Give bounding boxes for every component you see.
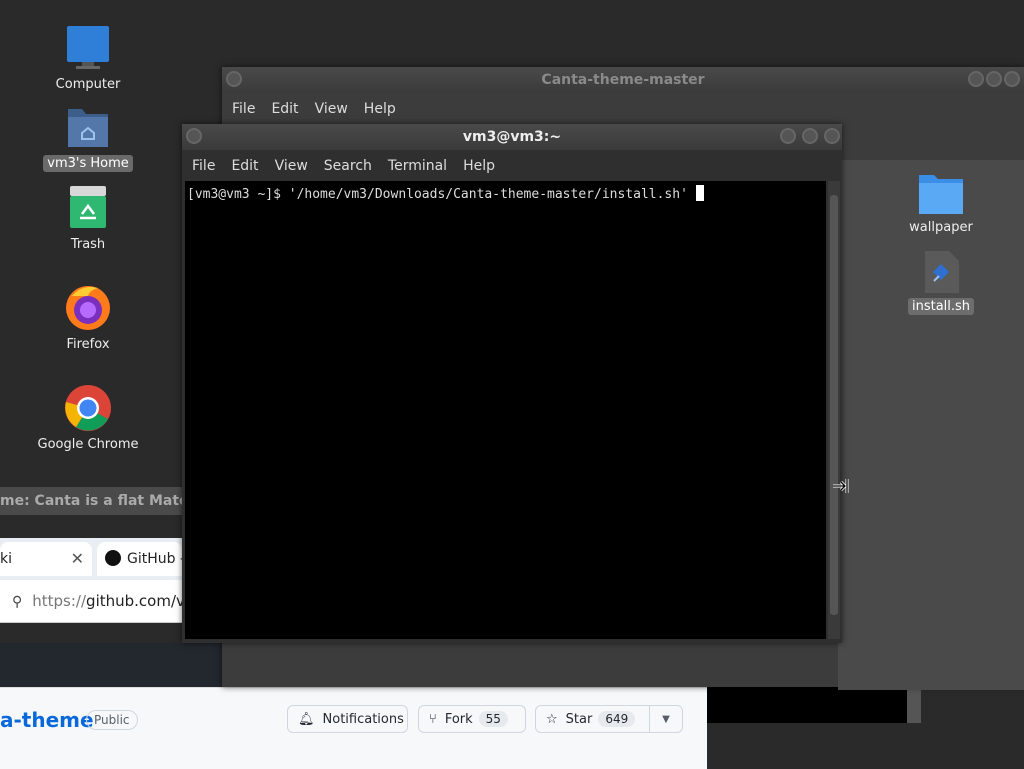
window-title: Canta-theme-master — [541, 72, 705, 88]
menu-edit[interactable]: Edit — [267, 101, 310, 117]
menu-help[interactable]: Help — [459, 158, 507, 174]
star-icon: ☆ — [546, 711, 558, 727]
menu-terminal[interactable]: Terminal — [384, 158, 459, 174]
window-titlebar[interactable]: Canta-theme-master — [222, 67, 1024, 93]
close-icon[interactable]: ✕ — [71, 542, 84, 576]
desktop-icon-home[interactable]: vm3's Home — [30, 103, 146, 172]
desktop-icon-label: Firefox — [66, 337, 110, 352]
desktop-icon-label: Computer — [55, 77, 121, 92]
desktop-icon-label: vm3's Home — [43, 155, 133, 172]
menu-file[interactable]: File — [188, 158, 227, 174]
visibility-badge: Public — [86, 710, 138, 730]
site-settings-icon[interactable]: ⚲ — [12, 581, 22, 622]
window-menu-button[interactable] — [186, 128, 202, 144]
terminal-screen[interactable]: [vm3@vm3 ~]$ '/home/vm3/Downloads/Canta-… — [185, 181, 826, 639]
desktop-icon-chrome[interactable]: Google Chrome — [30, 384, 146, 453]
browser-tab-github[interactable]: GitHub - — [97, 542, 182, 576]
browser-window-title: me: Canta is a flat Material — [0, 487, 182, 515]
monitor-icon — [64, 24, 112, 72]
window-menu-button[interactable] — [226, 71, 242, 87]
resize-cursor-icon — [832, 477, 850, 495]
menu-search[interactable]: Search — [320, 158, 384, 174]
folder-icon — [918, 171, 964, 215]
desktop-icon-label: Trash — [70, 237, 106, 252]
address-bar[interactable]: ⚲ https://github.com/vi — [0, 580, 182, 623]
bell-icon: 🔔︎ — [298, 711, 315, 727]
desktop-icon-label: Google Chrome — [37, 437, 139, 452]
github-icon — [105, 550, 121, 566]
menu-help[interactable]: Help — [360, 101, 408, 117]
fork-count: 55 — [478, 711, 508, 727]
file-item-install-sh[interactable]: install.sh — [896, 250, 986, 315]
minimize-button[interactable] — [780, 128, 796, 144]
chrome-icon — [64, 384, 112, 432]
github-repo-header: a-theme Public 🔔︎ Notifications ⑂ Fork 5… — [0, 687, 707, 769]
desktop-icon-trash[interactable]: Trash — [30, 184, 146, 253]
menu-bar: File Edit View Help — [222, 93, 1024, 125]
menu-edit[interactable]: Edit — [227, 158, 270, 174]
url-domain: github.com/vi — [86, 592, 182, 610]
trash-icon — [64, 184, 112, 232]
tab-label: GitHub - — [127, 551, 182, 567]
star-dropdown-button[interactable]: ▼ — [649, 705, 683, 733]
url-prefix: https:// — [32, 592, 87, 610]
menu-view[interactable]: View — [271, 158, 320, 174]
chevron-down-icon: ▼ — [662, 713, 670, 725]
desktop-icon-computer[interactable]: Computer — [30, 24, 146, 93]
star-count: 649 — [598, 711, 636, 727]
star-button[interactable]: ☆ Star 649 — [535, 705, 650, 733]
file-item-wallpaper[interactable]: wallpaper — [896, 171, 986, 236]
maximize-button[interactable] — [986, 71, 1002, 87]
maximize-button[interactable] — [802, 128, 818, 144]
tab-label: ki — [0, 551, 12, 567]
browser-tab[interactable]: ki ✕ — [0, 542, 92, 576]
terminal-window: vm3@vm3:~ File Edit View Search Terminal… — [182, 124, 842, 643]
browser-tab-strip: ki ✕ GitHub - — [0, 538, 182, 580]
notifications-button[interactable]: 🔔︎ Notifications — [287, 705, 408, 733]
window-title: vm3@vm3:~ — [462, 129, 562, 145]
terminal-cursor — [695, 185, 704, 201]
terminal-line: [vm3@vm3 ~]$ '/home/vm3/Downloads/Canta-… — [187, 187, 688, 202]
menu-file[interactable]: File — [228, 101, 267, 117]
script-file-icon — [921, 250, 961, 294]
menu-bar: File Edit View Search Terminal Help — [182, 150, 842, 182]
close-button[interactable] — [824, 128, 840, 144]
file-view — [838, 160, 1024, 690]
window-titlebar[interactable]: vm3@vm3:~ — [182, 124, 842, 150]
fork-icon: ⑂ — [429, 711, 437, 727]
scrollbar-thumb[interactable] — [830, 195, 838, 615]
firefox-icon — [64, 284, 112, 332]
terminal-scrollbar[interactable] — [828, 181, 840, 639]
minimize-button[interactable] — [968, 71, 984, 87]
menu-view[interactable]: View — [311, 101, 360, 117]
repo-name-link[interactable]: a-theme — [0, 708, 94, 732]
desktop-icon-firefox[interactable]: Firefox — [30, 284, 146, 353]
fork-button[interactable]: ⑂ Fork 55 — [418, 705, 526, 733]
close-button[interactable] — [1004, 71, 1020, 87]
home-folder-icon — [64, 103, 112, 151]
